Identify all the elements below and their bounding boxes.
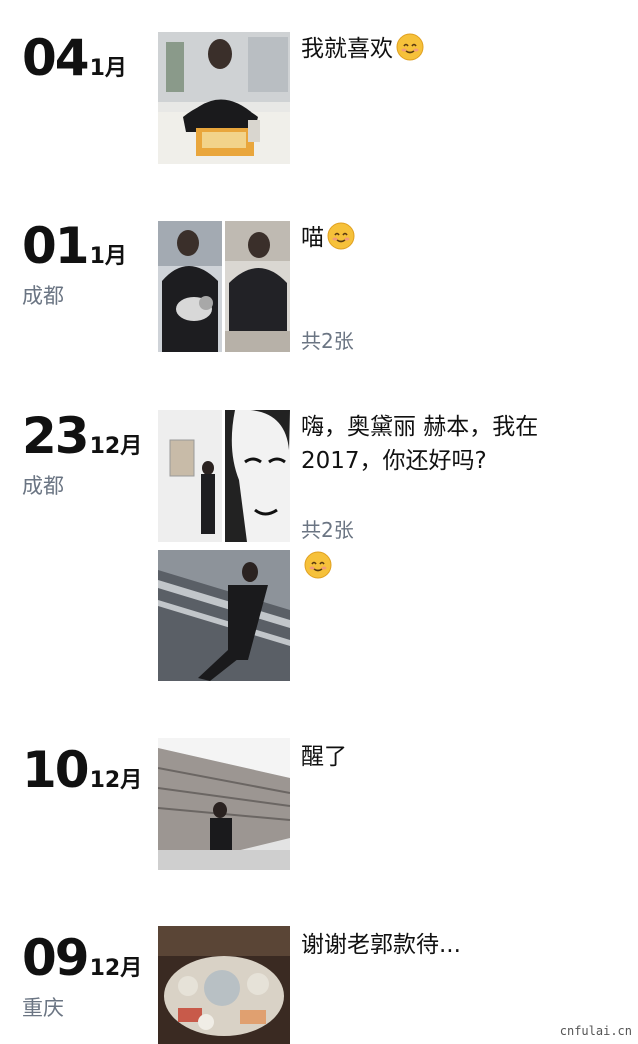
post-text-content: 谢谢老郭款待... xyxy=(301,932,461,958)
post-month: 1月 xyxy=(89,244,127,269)
photo-thumbnail[interactable] xyxy=(225,221,290,352)
post-text: 醒了 xyxy=(301,740,571,774)
smiling-face-icon xyxy=(303,550,333,580)
post-month: 1月 xyxy=(89,56,127,81)
post-day: 09 xyxy=(22,929,90,987)
post-text: 嗨，奥黛丽 赫本，我在2017，你还好吗? xyxy=(301,410,561,478)
post-date: 011月 成都 xyxy=(22,218,152,310)
photo-count: 共2张 xyxy=(301,329,354,353)
post-text-content: 我就喜欢 xyxy=(301,36,393,62)
post-text-content: 喵 xyxy=(301,225,324,251)
smiling-face-icon xyxy=(326,221,356,251)
post-month: 12月 xyxy=(89,768,143,793)
post-text xyxy=(301,550,571,584)
photo-thumbnail[interactable] xyxy=(158,410,222,542)
photo-thumbnail[interactable] xyxy=(225,410,290,542)
photo-thumbnail[interactable] xyxy=(158,926,290,1044)
post-date: 2312月 成都 xyxy=(22,408,152,500)
photo-thumbnail[interactable] xyxy=(158,221,222,352)
photo-thumbnail[interactable] xyxy=(158,550,290,681)
post-date: 0912月 重庆 xyxy=(22,930,152,1022)
post-text: 谢谢老郭款待... xyxy=(301,928,571,962)
photo-thumbnail[interactable] xyxy=(158,738,290,870)
post-text: 我就喜欢 xyxy=(301,32,571,66)
post-text-content: 醒了 xyxy=(301,744,347,770)
post-day: 01 xyxy=(22,217,90,275)
post-date: 041月 xyxy=(22,30,152,86)
photo-count: 共2张 xyxy=(301,518,354,542)
post-text-content: 嗨，奥黛丽 赫本，我在2017，你还好吗? xyxy=(301,414,539,474)
post-location: 重庆 xyxy=(22,996,64,1020)
post-text: 喵 xyxy=(301,221,571,255)
post-day: 10 xyxy=(22,741,90,799)
post-location: 成都 xyxy=(22,474,64,498)
post-day: 23 xyxy=(22,407,90,465)
watermark: cnfulai.cn xyxy=(559,1024,632,1038)
post-month: 12月 xyxy=(89,956,143,981)
post-day: 04 xyxy=(22,29,90,87)
moments-album-page: 041月 我就喜欢 011月 成都 喵 共2张 2312月 成都 嗨，奥黛丽 赫… xyxy=(0,0,638,1044)
photo-thumbnail[interactable] xyxy=(158,32,290,164)
post-location: 成都 xyxy=(22,284,64,308)
smiling-face-icon xyxy=(395,32,425,62)
post-month: 12月 xyxy=(89,434,143,459)
post-date: 1012月 xyxy=(22,742,152,798)
